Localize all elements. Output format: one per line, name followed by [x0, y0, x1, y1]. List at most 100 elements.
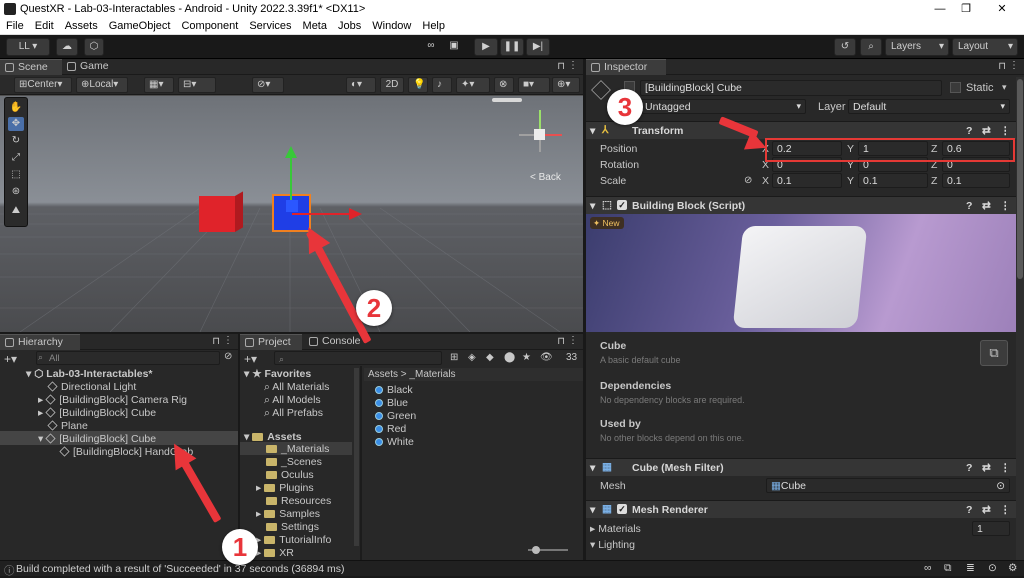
- expand-arrow-icon[interactable]: ▸: [38, 394, 43, 406]
- component-menu-icon[interactable]: ⋮: [1000, 200, 1011, 212]
- transform-header[interactable]: ▾ ⅄ Transform ? ⇄ ⋮: [586, 121, 1024, 139]
- cloud-icon[interactable]: ☁: [56, 38, 78, 56]
- menu-jobs[interactable]: Jobs: [332, 18, 366, 32]
- favorites-header[interactable]: ▾ ★ Favorites: [244, 368, 311, 381]
- tab-inspector[interactable]: Inspector: [586, 59, 666, 75]
- folder-scenes[interactable]: _Scenes: [266, 456, 322, 469]
- preset-icon[interactable]: ⇄: [982, 504, 991, 516]
- material-black[interactable]: Black: [375, 384, 413, 397]
- project-menu-icon[interactable]: ⋮: [568, 335, 578, 346]
- scale-tool-icon[interactable]: ⤢: [8, 151, 24, 165]
- scale-x-field[interactable]: 0.1: [772, 173, 842, 188]
- hierarchy-filter-icon[interactable]: ⊘: [224, 351, 232, 362]
- history-icon[interactable]: ↺: [834, 38, 856, 56]
- database-icon[interactable]: ≣: [966, 562, 975, 574]
- project-search-input[interactable]: ⌕: [274, 351, 442, 365]
- scene-root[interactable]: ▾ ⬡ Lab-03-Interactables*: [26, 368, 153, 381]
- help-icon[interactable]: ?: [966, 125, 972, 137]
- menu-edit[interactable]: Edit: [29, 18, 59, 32]
- tab-hierarchy[interactable]: Hierarchy: [0, 334, 80, 350]
- hierarchy-search-input[interactable]: All: [36, 351, 220, 365]
- help-icon[interactable]: ?: [966, 462, 972, 474]
- x-axis-handle[interactable]: [292, 213, 350, 215]
- preset-icon[interactable]: ⇄: [982, 125, 991, 137]
- favorite-all-models[interactable]: ⌕ All Models: [264, 394, 321, 407]
- custom-tool-icon[interactable]: ⛰: [8, 204, 24, 218]
- rotate-tool-icon[interactable]: ↻: [8, 134, 24, 148]
- space-dropdown[interactable]: ⊕Local▾: [76, 77, 128, 93]
- gizmo-center[interactable]: [534, 129, 545, 140]
- component-menu-icon[interactable]: ⋮: [1000, 125, 1011, 137]
- component-menu-icon[interactable]: ⋮: [1000, 504, 1011, 516]
- materials-count-field[interactable]: 1: [972, 521, 1010, 536]
- account-button[interactable]: LL ▾: [6, 38, 50, 56]
- collapse-icon[interactable]: ▾: [590, 125, 595, 137]
- enabled-checkbox[interactable]: ✓: [617, 200, 627, 210]
- gizmo-x-axis[interactable]: [545, 134, 562, 136]
- snap-increment-icon[interactable]: ⊟▾: [178, 77, 216, 93]
- favorite-all-materials[interactable]: ⌕ All Materials: [264, 381, 329, 394]
- block-docs-button[interactable]: ⧉: [980, 340, 1008, 366]
- tab-scene[interactable]: Scene: [0, 59, 62, 75]
- scale-y-label[interactable]: Y: [847, 175, 854, 187]
- collapse-icon[interactable]: ▾: [590, 200, 595, 212]
- mesh-object-field[interactable]: ▦Cube ⊙: [766, 478, 1010, 493]
- hierarchy-item-directional-light[interactable]: Directional Light: [47, 381, 136, 394]
- gizmos-icon[interactable]: ⊕▾: [552, 77, 580, 93]
- collapse-icon[interactable]: ▾: [590, 504, 595, 516]
- inspector-menu-icon[interactable]: ⋮: [1009, 60, 1019, 71]
- favorite-all-prefabs[interactable]: ⌕ All Prefabs: [264, 407, 323, 420]
- material-blue[interactable]: Blue: [375, 397, 408, 410]
- static-checkbox[interactable]: [950, 82, 961, 93]
- breadcrumb-leaf[interactable]: _Materials: [409, 369, 455, 380]
- status-message[interactable]: Build completed with a result of 'Succee…: [16, 563, 345, 575]
- gizmo-neg-y-axis[interactable]: [539, 140, 541, 152]
- mode-2d-button[interactable]: 2D: [380, 77, 404, 93]
- collapse-icon[interactable]: ▾: [590, 462, 595, 474]
- zoom-slider-handle[interactable]: [532, 546, 540, 554]
- network-icon[interactable]: ⧉: [944, 562, 952, 575]
- effects-icon[interactable]: ✦▾: [456, 77, 490, 93]
- materials-foldout[interactable]: ▸ Materials: [590, 523, 641, 535]
- settings-icon[interactable]: ⚙: [1008, 562, 1017, 574]
- menu-assets[interactable]: Assets: [59, 18, 103, 32]
- mesh-filter-header[interactable]: ▾ ▦ Cube (Mesh Filter) ? ⇄ ⋮: [586, 458, 1024, 476]
- tree-scrollbar[interactable]: [354, 368, 359, 546]
- material-white[interactable]: White: [375, 436, 414, 449]
- static-dropdown-icon[interactable]: ▾: [1002, 82, 1007, 93]
- scale-x-label[interactable]: X: [762, 175, 769, 187]
- draw-mode-icon[interactable]: ◐▾: [346, 77, 376, 93]
- expand-arrow-icon[interactable]: ▸: [38, 407, 43, 419]
- create-asset-button[interactable]: +▾: [244, 352, 257, 366]
- project-lock-icon[interactable]: ⊓: [557, 336, 565, 347]
- close-icon[interactable]: ✕: [994, 1, 1010, 17]
- search-icon[interactable]: ⌕: [860, 38, 882, 56]
- material-red[interactable]: Red: [375, 423, 406, 436]
- search-filter-icon[interactable]: ⊞: [450, 352, 458, 363]
- folder-oculus[interactable]: Oculus: [266, 469, 314, 482]
- breadcrumb-root[interactable]: Assets: [368, 369, 398, 380]
- filter-log-icon[interactable]: ⬤: [504, 352, 515, 363]
- transform-tool-icon[interactable]: ⊛: [8, 185, 24, 199]
- folder-samples[interactable]: ▸ Samples: [256, 508, 320, 521]
- menu-gameobject[interactable]: GameObject: [103, 18, 176, 32]
- grid-snap-icon[interactable]: ▦▾: [144, 77, 174, 93]
- add-object-button[interactable]: +▾: [4, 352, 17, 366]
- object-name-input[interactable]: [BuildingBlock] Cube: [640, 80, 942, 96]
- play-button[interactable]: ▶: [474, 38, 498, 56]
- x-axis-arrow-icon[interactable]: [349, 208, 362, 220]
- filter-label-icon[interactable]: ◆: [486, 352, 494, 363]
- mesh-renderer-header[interactable]: ▾ ▦ ✓ Mesh Renderer ? ⇄ ⋮: [586, 500, 1024, 518]
- gizmo-neg-x-axis[interactable]: [519, 134, 534, 136]
- maximize-icon[interactable]: ❐: [958, 1, 974, 17]
- hierarchy-menu-icon[interactable]: ⋮: [223, 335, 233, 346]
- panel-menu-icon[interactable]: ⋮: [568, 60, 578, 71]
- object-picker-icon[interactable]: ⊙: [996, 480, 1005, 492]
- scale-z-label[interactable]: Z: [931, 175, 937, 187]
- pivot-dropdown[interactable]: ⊞Center▾: [14, 77, 72, 93]
- audio-icon[interactable]: ♪: [432, 77, 452, 93]
- hierarchy-item-cube[interactable]: ▸ [BuildingBlock] Cube: [38, 407, 156, 420]
- building-block-header[interactable]: ▾ ⬚ ✓ Building Block (Script) ? ⇄ ⋮: [586, 196, 1024, 214]
- folder-resources[interactable]: Resources: [266, 495, 331, 508]
- menu-file[interactable]: File: [0, 18, 29, 32]
